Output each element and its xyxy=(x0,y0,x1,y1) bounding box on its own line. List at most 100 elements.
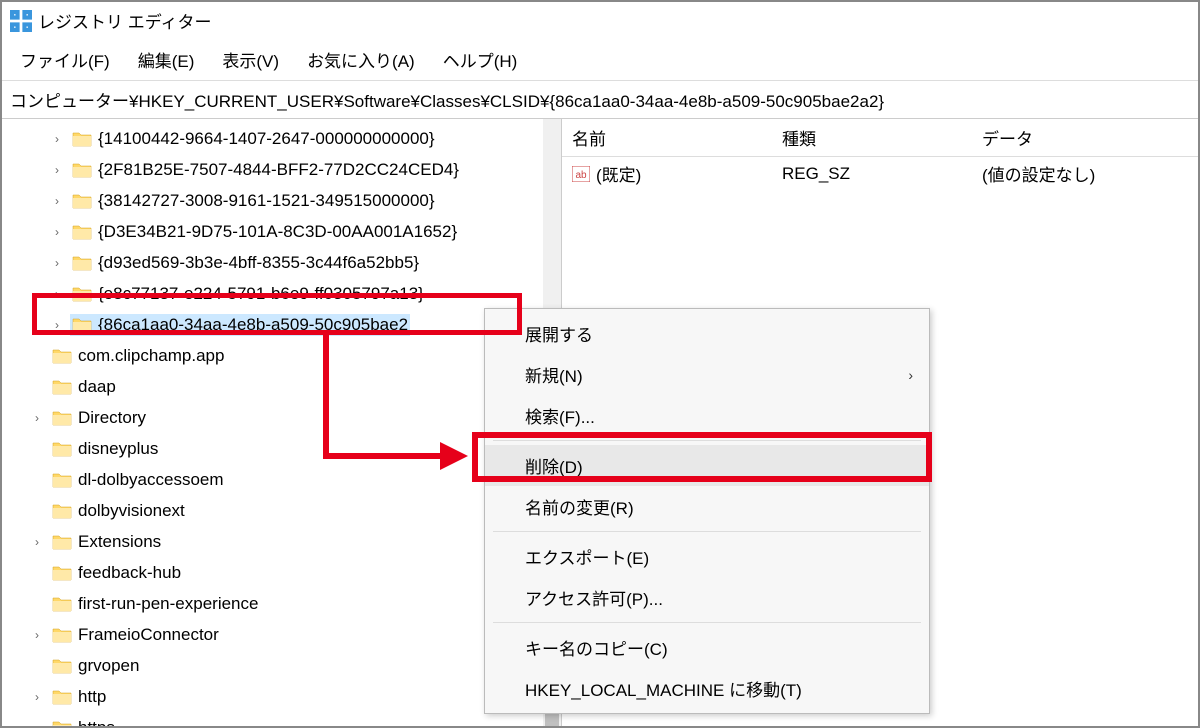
tree-item-label: first-run-pen-experience xyxy=(78,594,258,614)
svg-text:ab: ab xyxy=(575,170,587,181)
chevron-right-icon[interactable]: › xyxy=(30,411,44,425)
tree-item-label: {D3E34B21-9D75-101A-8C3D-00AA001A1652} xyxy=(98,222,457,242)
tree-item[interactable]: ›{d93ed569-3b3e-4bff-8355-3c44f6a52bb5} xyxy=(2,247,561,278)
chevron-right-icon: › xyxy=(908,367,913,383)
folder-icon xyxy=(72,317,92,333)
folder-icon xyxy=(72,131,92,147)
folder-icon xyxy=(72,255,92,271)
folder-icon xyxy=(52,534,72,550)
tree-item[interactable]: › http xyxy=(2,681,561,712)
tree-item-label: https xyxy=(78,718,115,727)
tree-item[interactable]: ›dl-dolbyaccessoem xyxy=(2,464,561,495)
value-data: (値の設定なし) xyxy=(972,157,1198,190)
context-menu-item[interactable]: 新規(N)› xyxy=(485,354,929,395)
folder-icon xyxy=(52,472,72,488)
folder-icon xyxy=(52,658,72,674)
folder-icon xyxy=(52,720,72,727)
context-menu-item[interactable]: アクセス許可(P)... xyxy=(485,577,929,618)
chevron-right-icon[interactable]: › xyxy=(50,132,64,146)
context-menu-item[interactable]: キー名のコピー(C) xyxy=(485,627,929,668)
tree-item[interactable]: ›dolbyvisionext xyxy=(2,495,561,526)
chevron-right-icon[interactable]: › xyxy=(50,256,64,270)
values-header: 名前 種類 データ xyxy=(562,119,1198,157)
menu-separator xyxy=(493,440,921,441)
context-menu-item[interactable]: 検索(F)... xyxy=(485,395,929,436)
tree-item-label: disneyplus xyxy=(78,439,158,459)
menubar: ファイル(F) 編集(E) 表示(V) お気に入り(A) ヘルプ(H) xyxy=(2,39,1198,81)
tree-item[interactable]: ›com.clipchamp.app xyxy=(2,340,561,371)
folder-icon xyxy=(72,162,92,178)
context-menu-item[interactable]: HKEY_LOCAL_MACHINE に移動(T) xyxy=(485,668,929,709)
folder-icon xyxy=(52,410,72,426)
tree-item[interactable]: › {14100442-9664-1407-2647-000000000000} xyxy=(2,123,561,154)
tree-item[interactable]: › {86ca1aa0-34aa-4e8b-a509-50c905bae2 xyxy=(2,309,561,340)
value-name: (既定) xyxy=(596,161,641,186)
tree-item[interactable]: › https xyxy=(2,712,561,726)
tree-item[interactable]: › {D3E34B21-9D75-101A-8C3D-00AA001A1652} xyxy=(2,216,561,247)
context-menu: 展開する新規(N)›検索(F)... 削除(D)名前の変更(R) エクスポート(E)… xyxy=(484,308,930,714)
context-menu-item[interactable]: 名前の変更(R) xyxy=(485,486,929,527)
chevron-right-icon[interactable]: › xyxy=(30,535,44,549)
tree-item-label: dolbyvisionext xyxy=(78,501,185,521)
menu-file[interactable]: ファイル(F) xyxy=(8,43,122,76)
tree-item-label: {86ca1aa0-34aa-4e8b-a509-50c905bae2 xyxy=(98,315,408,335)
folder-icon xyxy=(52,348,72,364)
tree-item-label: {14100442-9664-1407-2647-000000000000} xyxy=(98,129,435,149)
app-icon xyxy=(10,10,32,32)
context-menu-item[interactable]: 削除(D) xyxy=(485,445,929,486)
folder-icon xyxy=(52,503,72,519)
string-value-icon: ab xyxy=(572,166,590,182)
folder-icon xyxy=(52,627,72,643)
value-type: REG_SZ xyxy=(772,160,972,188)
titlebar: レジストリ エディター xyxy=(2,2,1198,39)
col-header-type[interactable]: 種類 xyxy=(772,119,972,156)
menu-help[interactable]: ヘルプ(H) xyxy=(431,43,530,76)
folder-icon xyxy=(72,224,92,240)
chevron-right-icon[interactable]: › xyxy=(50,163,64,177)
tree-item-label: {e8c77137-e224-5791-b6e9-ff0305797a13} xyxy=(98,284,424,304)
folder-icon xyxy=(72,193,92,209)
tree-item[interactable]: › {e8c77137-e224-5791-b6e9-ff0305797a13} xyxy=(2,278,561,309)
tree-item[interactable]: ›feedback-hub xyxy=(2,557,561,588)
folder-icon xyxy=(52,441,72,457)
tree-item[interactable]: ›{2F81B25E-7507-4844-BFF2-77D2CC24CED4} xyxy=(2,154,561,185)
context-menu-item[interactable]: エクスポート(E) xyxy=(485,536,929,577)
tree-item[interactable]: ›daap xyxy=(2,371,561,402)
menu-separator xyxy=(493,622,921,623)
chevron-right-icon[interactable]: › xyxy=(30,721,44,727)
chevron-right-icon[interactable]: › xyxy=(30,628,44,642)
chevron-right-icon[interactable]: › xyxy=(30,690,44,704)
chevron-right-icon[interactable]: › xyxy=(50,318,64,332)
tree-item[interactable]: › Directory xyxy=(2,402,561,433)
tree-item-label: Extensions xyxy=(78,532,161,552)
context-menu-item[interactable]: 展開する xyxy=(485,313,929,354)
menu-edit[interactable]: 編集(E) xyxy=(126,43,207,76)
tree-item-label: com.clipchamp.app xyxy=(78,346,224,366)
tree-item-label: grvopen xyxy=(78,656,139,676)
tree-pane[interactable]: ›{14100442-9664-1407-2647-000000000000}›… xyxy=(2,119,562,726)
folder-icon xyxy=(52,596,72,612)
folder-icon xyxy=(52,689,72,705)
folder-icon xyxy=(72,286,92,302)
window-title: レジストリ エディター xyxy=(38,8,212,33)
tree-item[interactable]: ›first-run-pen-experience xyxy=(2,588,561,619)
address-bar[interactable]: コンピューター¥HKEY_CURRENT_USER¥Software¥Class… xyxy=(2,81,1198,119)
tree-item[interactable]: ›disneyplus xyxy=(2,433,561,464)
tree-item[interactable]: › FrameioConnector xyxy=(2,619,561,650)
chevron-right-icon[interactable]: › xyxy=(50,194,64,208)
tree-item-label: feedback-hub xyxy=(78,563,181,583)
value-row[interactable]: ab (既定) REG_SZ (値の設定なし) xyxy=(562,157,1198,190)
col-header-name[interactable]: 名前 xyxy=(562,119,772,156)
tree-item-label: daap xyxy=(78,377,116,397)
menu-view[interactable]: 表示(V) xyxy=(210,43,291,76)
chevron-right-icon[interactable]: › xyxy=(50,225,64,239)
menu-favorites[interactable]: お気に入り(A) xyxy=(295,43,427,76)
tree-item[interactable]: ›grvopen xyxy=(2,650,561,681)
tree-item[interactable]: ›{38142727-3008-9161-1521-349515000000} xyxy=(2,185,561,216)
tree-item-label: FrameioConnector xyxy=(78,625,219,645)
tree-item-label: Directory xyxy=(78,408,146,428)
chevron-right-icon[interactable]: › xyxy=(50,287,64,301)
tree-item[interactable]: › Extensions xyxy=(2,526,561,557)
col-header-data[interactable]: データ xyxy=(972,119,1198,156)
tree-item-label: http xyxy=(78,687,106,707)
